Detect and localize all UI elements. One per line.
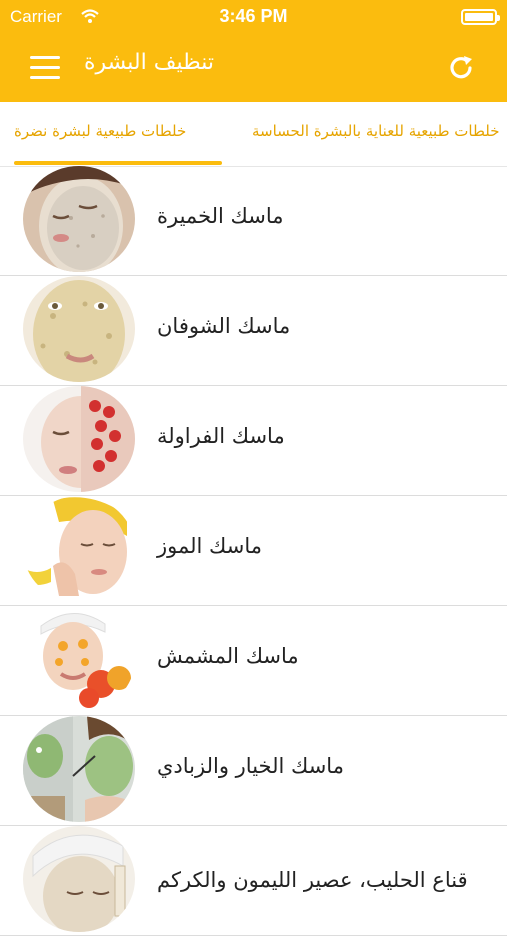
banana-mask-thumbnail <box>23 496 135 602</box>
item-label: ماسك الخميرة <box>157 204 284 228</box>
apricot-mask-thumbnail <box>23 606 135 712</box>
item-label: ماسك الخيار والزبادي <box>157 754 344 778</box>
page-title: تنظيف البشرة <box>84 50 214 75</box>
cucumber-yogurt-mask-thumbnail <box>23 716 135 822</box>
active-tab-indicator <box>14 161 222 165</box>
list-item[interactable]: ماسك الخميرة <box>0 166 507 276</box>
list-item[interactable]: قناع الحليب، عصير الليمون والكركم <box>0 826 507 936</box>
tab-bar: خلطات طبيعية لبشرة نضرة خلطات طبيعية للع… <box>0 102 507 167</box>
menu-icon[interactable] <box>30 56 60 80</box>
oat-mask-thumbnail <box>23 276 135 382</box>
refresh-icon[interactable] <box>445 52 477 84</box>
status-bar: Carrier 3:46 PM <box>0 0 507 34</box>
list-item[interactable]: ماسك الخيار والزبادي <box>0 716 507 826</box>
item-label: ماسك المشمش <box>157 644 299 668</box>
battery-icon <box>461 9 500 25</box>
strawberry-mask-thumbnail <box>23 386 135 492</box>
list-item[interactable]: ماسك المشمش <box>0 606 507 716</box>
nav-bar: تنظيف البشرة <box>0 34 507 102</box>
item-label: ماسك الفراولة <box>157 424 285 448</box>
item-label: قناع الحليب، عصير الليمون والكركم <box>157 868 468 892</box>
mask-list: ماسك الخميرة ماسك الشوفان ماسك الفراولة … <box>0 166 507 936</box>
milk-lemon-turmeric-mask-thumbnail <box>23 826 135 932</box>
item-label: ماسك الموز <box>157 534 262 558</box>
item-label: ماسك الشوفان <box>157 314 291 338</box>
list-item[interactable]: ماسك الموز <box>0 496 507 606</box>
clock: 3:46 PM <box>219 6 288 26</box>
yeast-mask-thumbnail <box>23 166 135 272</box>
tab-sensitive-skin[interactable]: خلطات طبيعية للعناية بالبشرة الحساسة <box>252 122 500 140</box>
list-item[interactable]: ماسك الشوفان <box>0 276 507 386</box>
list-item[interactable]: ماسك الفراولة <box>0 386 507 496</box>
tab-fresh-skin[interactable]: خلطات طبيعية لبشرة نضرة <box>14 122 186 140</box>
